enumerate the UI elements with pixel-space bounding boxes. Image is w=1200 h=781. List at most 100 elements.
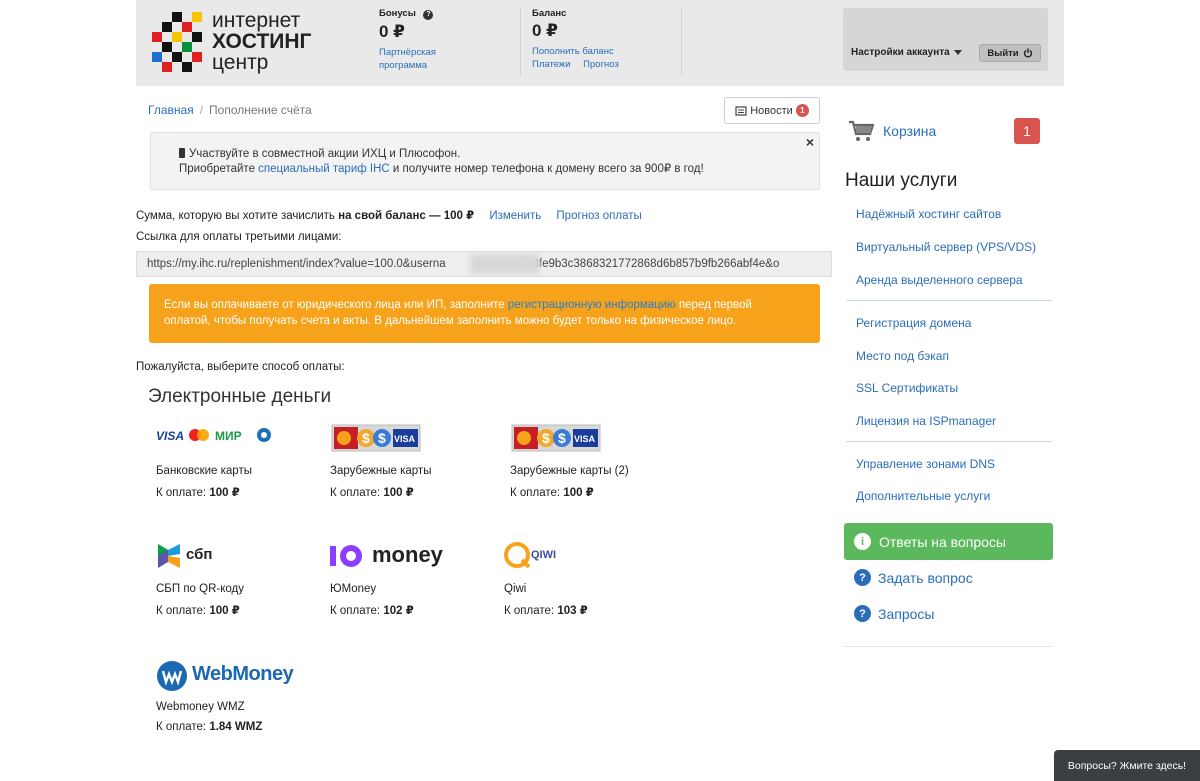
logo-mosaic-icon bbox=[152, 12, 202, 72]
requests-label: Запросы bbox=[878, 605, 935, 622]
question-icon: ? bbox=[854, 569, 871, 586]
logo-line1: интернет bbox=[212, 9, 301, 32]
faq-button[interactable]: i Ответы на вопросы bbox=[844, 523, 1053, 560]
yumoney-logo-text: money bbox=[372, 542, 443, 567]
price-label: К оплате: bbox=[504, 605, 555, 617]
payment-method-sbp[interactable]: сбп СБП по QR-коду К оплате: 100 ₽ bbox=[156, 542, 326, 617]
method-name: Qiwi bbox=[504, 583, 527, 595]
payment-method-foreign-cards[interactable]: $ $ VISA Зарубежные карты К оплате: 100 … bbox=[330, 424, 500, 499]
news-count-badge: 1 bbox=[795, 104, 809, 117]
service-link-dedicated[interactable]: Аренда выделенного сервера bbox=[856, 273, 1023, 287]
account-settings-dropdown[interactable]: Настройки аккаунта bbox=[851, 47, 962, 58]
logout-label: Выйти bbox=[987, 47, 1019, 59]
qiwi-icon bbox=[504, 542, 531, 569]
sbp-icon bbox=[158, 544, 180, 568]
chat-button[interactable]: Вопросы? Жмите здесь! bbox=[1054, 750, 1200, 781]
sidebar-divider bbox=[844, 646, 1053, 647]
method-price: 100 ₽ bbox=[563, 487, 594, 499]
logo-line3: центр bbox=[212, 51, 269, 74]
ask-question-link[interactable]: ? Задать вопрос bbox=[854, 569, 973, 586]
payment-link-start: https://my.ihc.ru/replenishment/index?va… bbox=[147, 258, 446, 270]
logo-text: интернет хостинг центр bbox=[212, 10, 311, 73]
price-label: К оплате: bbox=[330, 487, 381, 499]
special-tariff-link[interactable]: специальный тариф IHC bbox=[258, 163, 390, 175]
svg-text:VISA: VISA bbox=[156, 429, 184, 443]
caret-down-icon bbox=[953, 49, 962, 55]
amount-text-bold: на свой баланс bbox=[338, 210, 426, 222]
service-link-dns[interactable]: Управление зонами DNS bbox=[856, 457, 995, 471]
method-price: 100 ₽ bbox=[383, 487, 414, 499]
logout-button[interactable]: Выйти bbox=[979, 44, 1041, 62]
page: интернет хостинг центр Бонусы ? 0 ₽ Парт… bbox=[0, 0, 1200, 781]
method-price: 1.84 WMZ bbox=[209, 721, 263, 733]
price-label: К оплате: bbox=[510, 487, 561, 499]
promo-text-post: и получите номер телефона к домену всего… bbox=[392, 163, 704, 175]
method-price: 100 ₽ bbox=[209, 605, 240, 617]
promo-text-pre: Приобретайте bbox=[179, 163, 255, 175]
amount-value: — 100 ₽ bbox=[429, 210, 475, 222]
payment-method-yumoney[interactable]: money ЮMoney К оплате: 102 ₽ bbox=[330, 542, 500, 617]
service-link-additional[interactable]: Дополнительные услуги bbox=[856, 489, 990, 503]
yumoney-icon bbox=[330, 545, 362, 567]
registration-info-link[interactable]: регистрационную информацию bbox=[508, 299, 676, 311]
payment-method-foreign-cards-2[interactable]: $ $ VISA Зарубежные карты (2) К оплате: … bbox=[510, 424, 680, 499]
service-link-domain[interactable]: Регистрация домена bbox=[856, 316, 971, 330]
services-divider bbox=[846, 300, 1052, 301]
partner-program-link[interactable]: Партнёрская программа bbox=[379, 46, 459, 72]
requests-link[interactable]: ? Запросы bbox=[854, 605, 934, 622]
account-box: Настройки аккаунта Выйти bbox=[843, 8, 1048, 71]
service-link-vps[interactable]: Виртуальный сервер (VPS/VDS) bbox=[856, 240, 1036, 254]
svg-text:VISA: VISA bbox=[574, 434, 596, 444]
service-link-ispmanager[interactable]: Лицензия на ISPmanager bbox=[856, 414, 996, 428]
header: интернет хостинг центр Бонусы ? 0 ₽ Парт… bbox=[136, 0, 1064, 86]
method-name: Банковские карты bbox=[156, 465, 252, 477]
breadcrumb-home-link[interactable]: Главная bbox=[148, 103, 194, 117]
site-logo[interactable]: интернет хостинг центр bbox=[152, 10, 312, 76]
phone-icon bbox=[179, 148, 185, 158]
svg-text:VISA: VISA bbox=[394, 434, 416, 444]
section-title: Электронные деньги bbox=[148, 386, 332, 407]
method-price: 102 ₽ bbox=[383, 605, 414, 617]
foreign-cards-logo: $ $ VISA bbox=[510, 424, 680, 458]
qiwi-logo-text: QIWI bbox=[531, 549, 557, 561]
webmoney-logo: WebMoney bbox=[156, 660, 326, 694]
cart[interactable]: Корзина 1 bbox=[848, 118, 1044, 146]
header-divider bbox=[681, 8, 682, 76]
close-icon[interactable]: × bbox=[806, 135, 814, 150]
help-icon[interactable]: ? bbox=[423, 10, 434, 20]
payment-method-bank-cards[interactable]: VISA МИР Банковские карты К оплате: 100 … bbox=[156, 424, 326, 499]
alert-text-pre: Если вы оплачиваете от юридического лица… bbox=[164, 299, 505, 311]
payment-forecast-link[interactable]: Прогноз оплаты bbox=[556, 210, 641, 222]
redacted-username bbox=[470, 254, 540, 274]
service-link-hosting[interactable]: Надёжный хостинг сайтов bbox=[856, 207, 1001, 221]
payments-link[interactable]: Платежи bbox=[532, 59, 571, 70]
method-name: Зарубежные карты (2) bbox=[510, 465, 629, 477]
cart-label: Корзина bbox=[883, 123, 937, 139]
bonus-block: Бонусы ? 0 ₽ Партнёрская программа bbox=[379, 8, 459, 72]
method-name: Зарубежные карты bbox=[330, 465, 432, 477]
price-label: К оплате: bbox=[156, 605, 207, 617]
method-name: Webmoney WMZ bbox=[156, 701, 245, 713]
payment-method-qiwi[interactable]: QIWI Qiwi К оплате: 103 ₽ bbox=[504, 542, 674, 617]
service-link-backup[interactable]: Место под бэкап bbox=[856, 349, 949, 363]
payment-method-webmoney[interactable]: WebMoney Webmoney WMZ К оплате: 1.84 WMZ bbox=[156, 660, 326, 733]
method-price: 103 ₽ bbox=[557, 605, 588, 617]
qiwi-logo: QIWI bbox=[504, 542, 674, 576]
svg-text:$: $ bbox=[558, 430, 566, 446]
power-icon bbox=[1023, 48, 1032, 58]
forecast-link[interactable]: Прогноз bbox=[583, 59, 619, 70]
question-icon: ? bbox=[854, 605, 871, 622]
change-amount-link[interactable]: Изменить bbox=[489, 210, 541, 222]
news-button[interactable]: Новости 1 bbox=[724, 97, 820, 124]
logo-line2: хостинг bbox=[212, 30, 312, 53]
topup-balance-link[interactable]: Пополнить баланс bbox=[532, 45, 619, 58]
webmoney-icon bbox=[157, 661, 187, 691]
service-link-ssl[interactable]: SSL Сертификаты bbox=[856, 381, 958, 395]
price-label: К оплате: bbox=[156, 721, 207, 733]
info-icon: i bbox=[854, 533, 871, 550]
breadcrumb-current: Пополнение счёта bbox=[209, 103, 312, 117]
third-party-label: Ссылка для оплаты третьими лицами: bbox=[136, 231, 342, 243]
method-name: СБП по QR-коду bbox=[156, 583, 244, 595]
svg-text:МИР: МИР bbox=[215, 429, 242, 443]
svg-text:$: $ bbox=[542, 430, 550, 446]
